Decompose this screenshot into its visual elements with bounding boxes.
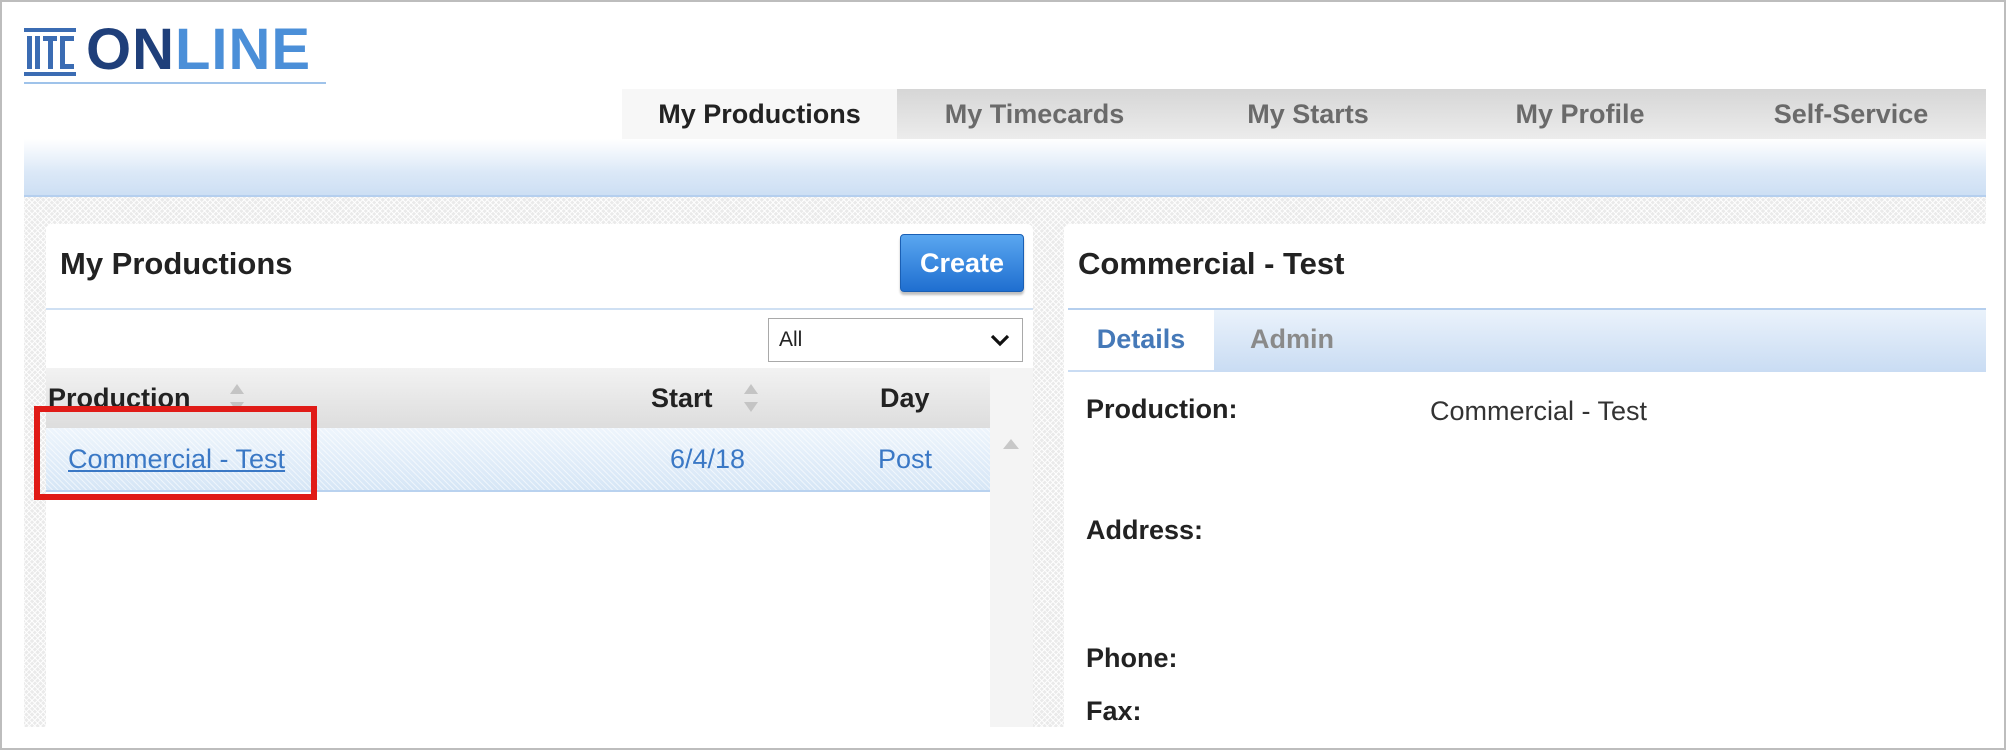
- column-header-day[interactable]: Day: [880, 368, 930, 428]
- filter-selected-value: All: [779, 328, 803, 351]
- brand-underline: [24, 82, 326, 84]
- table-scrollbar[interactable]: [990, 368, 1033, 727]
- brand-logo[interactable]: ONLINE: [24, 18, 329, 84]
- productions-table-header: Production Start Day: [46, 368, 990, 428]
- production-details-panel: Commercial - Test Details Admin Producti…: [1064, 224, 1986, 727]
- main-nav: My Productions My Timecards My Starts My…: [622, 89, 1986, 139]
- tab-admin[interactable]: Admin: [1214, 310, 1370, 368]
- chevron-down-icon: [990, 334, 1010, 347]
- brand-name-part2: LINE: [175, 17, 312, 82]
- sort-icon[interactable]: [228, 381, 246, 415]
- tab-my-starts[interactable]: My Starts: [1172, 89, 1444, 139]
- tab-my-profile[interactable]: My Profile: [1444, 89, 1716, 139]
- production-link[interactable]: Commercial - Test: [68, 428, 285, 490]
- scroll-up-icon[interactable]: [1002, 438, 1020, 450]
- productions-panel-title: My Productions: [60, 246, 293, 281]
- production-label: Production:: [1086, 394, 1238, 424]
- tab-my-productions[interactable]: My Productions: [622, 89, 897, 139]
- productions-panel: My Productions Create All Production Sta…: [46, 224, 1033, 727]
- details-tabs: Details Admin: [1068, 308, 1986, 372]
- production-start-date: 6/4/18: [670, 443, 746, 474]
- create-button[interactable]: Create: [900, 234, 1024, 292]
- production-filter-select[interactable]: All: [768, 318, 1023, 362]
- column-header-production[interactable]: Production: [48, 368, 191, 428]
- tab-details[interactable]: Details: [1068, 310, 1214, 370]
- tab-my-timecards[interactable]: My Timecards: [897, 89, 1172, 139]
- table-row[interactable]: Commercial - Test 6/4/18 Post: [46, 428, 990, 492]
- fax-label: Fax:: [1086, 696, 1142, 726]
- panel-divider: [46, 308, 1033, 310]
- tc-logo-icon: [24, 28, 76, 76]
- phone-label: Phone:: [1086, 643, 1178, 673]
- address-label: Address:: [1086, 515, 1204, 545]
- app-window: ONLINE My Productions My Timecards My St…: [0, 0, 2006, 750]
- production-value: Commercial - Test: [1430, 396, 1648, 426]
- brand-name-part1: ON: [86, 17, 175, 82]
- production-day: Post: [878, 443, 933, 474]
- tab-self-service[interactable]: Self-Service: [1716, 89, 1986, 139]
- sort-icon[interactable]: [742, 381, 760, 415]
- brand-wordmark: ONLINE: [86, 18, 311, 82]
- details-panel-title: Commercial - Test: [1078, 246, 1345, 281]
- nav-subbar: [24, 139, 1986, 197]
- column-header-start[interactable]: Start: [651, 368, 713, 428]
